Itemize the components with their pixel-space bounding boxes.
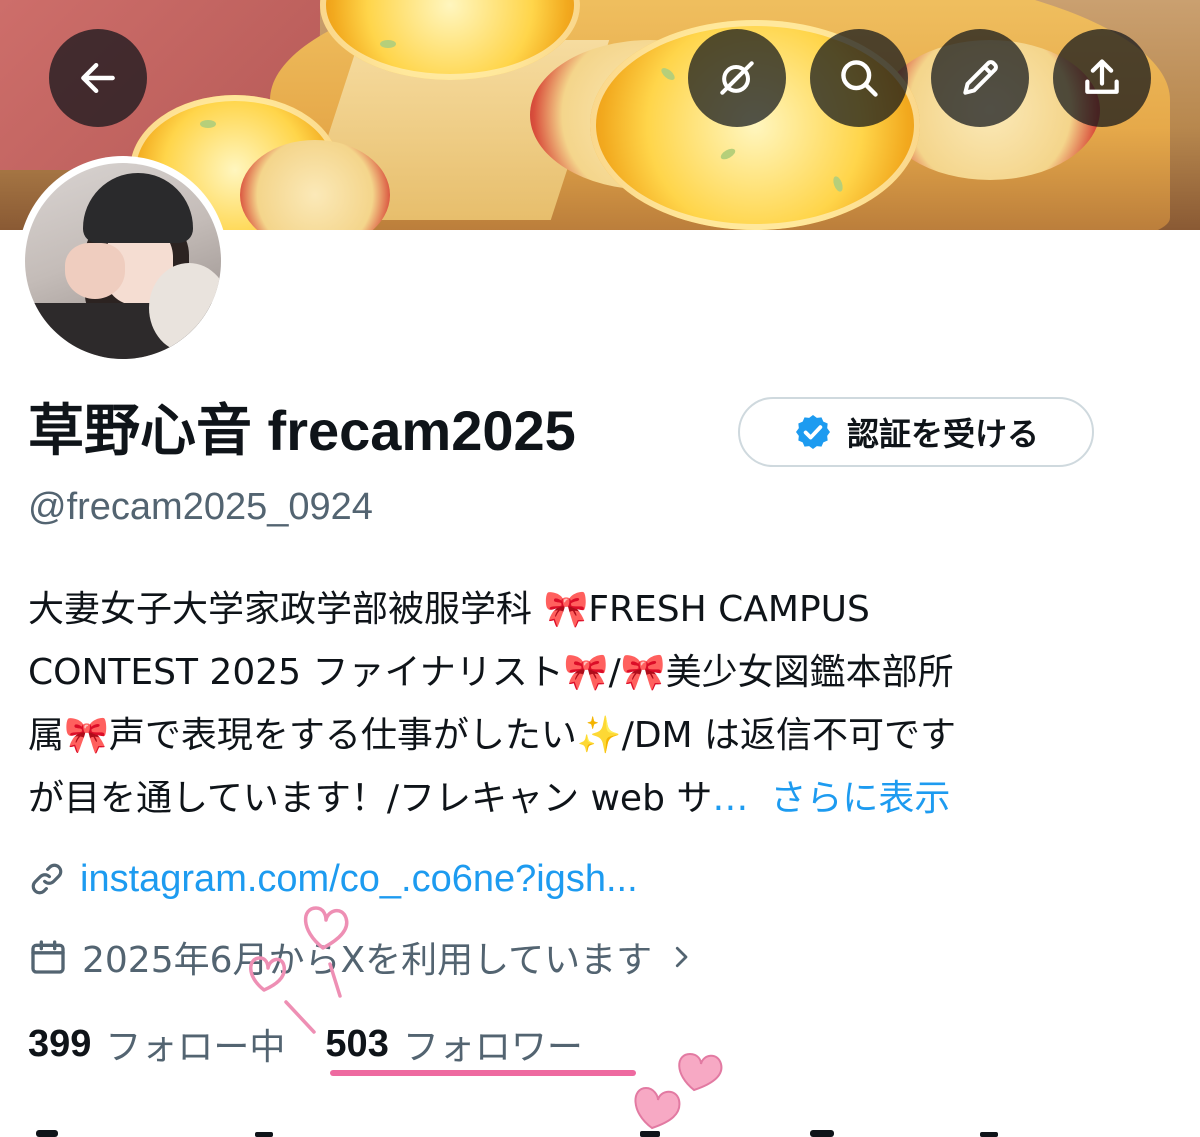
get-verified-button[interactable]: 認証を受ける	[738, 397, 1094, 467]
bio-text: 属	[28, 715, 65, 756]
bio-text: 声で表現をする仕事がしたい	[108, 715, 577, 756]
profile-website[interactable]: instagram.com/co_.co6ne?igsh...	[28, 852, 638, 906]
calendar-icon	[31, 940, 65, 974]
display-name: 草野心音 frecam2025	[28, 399, 576, 462]
avatar-photo	[25, 163, 221, 359]
edit-button[interactable]	[931, 29, 1029, 127]
grok-icon	[720, 61, 754, 95]
followers-link[interactable]: 503 フォロワー	[325, 1018, 582, 1070]
avatar-hand	[65, 243, 125, 299]
followers-count: 503	[325, 1022, 389, 1065]
ribbon-emoji: 🎀	[620, 652, 666, 693]
ribbon-emoji: 🎀	[543, 589, 589, 630]
bio-text: /	[608, 652, 621, 693]
pink-hearts-sticker	[634, 1052, 723, 1130]
follow-stats: 399 フォロー中 503 フォロワー	[28, 1018, 583, 1070]
show-more-link[interactable]: さらに表示	[770, 778, 950, 819]
banner-pistachio	[200, 120, 216, 128]
pencil-icon	[963, 60, 998, 95]
username-handle: @frecam2025_0924	[28, 486, 373, 528]
bio-text: 美少女図鑑本部所	[665, 652, 954, 693]
sparkle-emoji: ✨	[576, 715, 622, 756]
avatar[interactable]	[18, 156, 228, 366]
grok-button[interactable]	[688, 29, 786, 127]
ribbon-emoji: 🎀	[563, 652, 609, 693]
next-row-fragment	[36, 1130, 998, 1137]
following-link[interactable]: 399 フォロー中	[28, 1018, 285, 1070]
back-button[interactable]	[49, 29, 147, 127]
link-icon	[31, 863, 63, 895]
profile-bio: 大妻女子大学家政学部被服学科 🎀FRESH CAMPUS CONTEST 202…	[28, 578, 1178, 830]
share-icon	[1085, 59, 1119, 94]
banner-pistachio	[380, 40, 396, 48]
verified-badge-icon	[795, 415, 830, 449]
search-button[interactable]	[810, 29, 908, 127]
chevron-right-icon	[675, 946, 688, 968]
website-link[interactable]: instagram.com/co_.co6ne?igsh...	[80, 858, 638, 901]
share-button[interactable]	[1053, 29, 1151, 127]
bio-text: CONTEST 2025 ファイナリスト	[28, 652, 564, 693]
avatar-fur-collar	[149, 263, 221, 353]
bio-text: 大妻女子大学家政学部被服学科	[28, 589, 544, 630]
followers-pink-underline	[330, 1070, 636, 1076]
arrow-left-icon	[81, 62, 115, 94]
following-label: フォロー中	[105, 1027, 286, 1068]
ribbon-emoji: 🎀	[64, 715, 109, 756]
followers-label: フォロワー	[402, 1027, 583, 1068]
following-count: 399	[28, 1022, 92, 1065]
get-verified-label: 認証を受ける	[846, 415, 1039, 453]
bio-text: /DM は返信不可です	[621, 715, 957, 756]
search-icon	[841, 60, 878, 97]
bio-text: が目を通しています！/フレキャン web サ	[28, 778, 713, 819]
bio-ellipsis: …	[712, 778, 749, 819]
avatar-hat	[83, 173, 193, 243]
bio-text: FRESH CAMPUS	[588, 589, 870, 630]
